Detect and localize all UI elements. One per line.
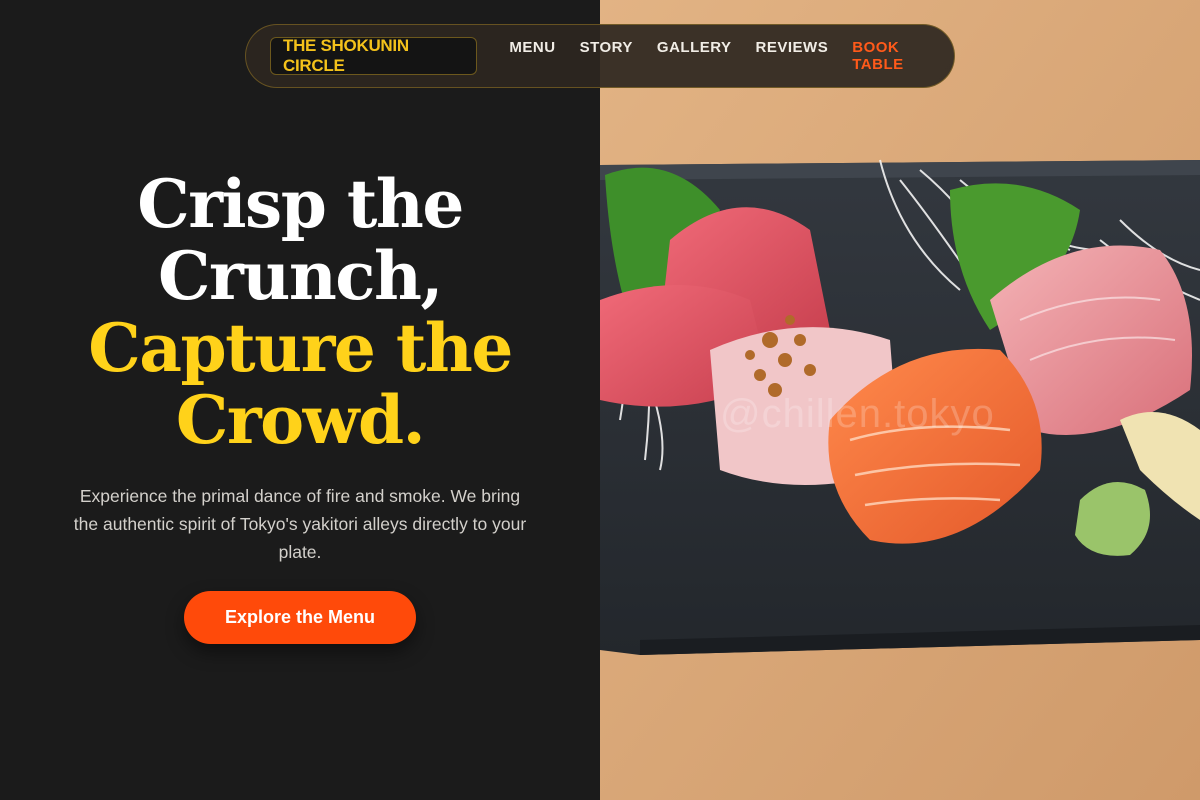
brand-logo[interactable]: THE SHOKUNIN CIRCLE [270,36,478,75]
headline-line-2: Crunch, [158,237,443,315]
nav-menu-link[interactable]: MENU [509,39,555,73]
headline-line-1: Crisp the [137,165,464,243]
nav-reviews-link[interactable]: REVIEWS [756,39,829,73]
headline-line-3: Capture the [88,309,513,387]
hero-headline: Crisp the Crunch, Capture the Crowd. [0,168,600,456]
hero-text-panel: Crisp the Crunch, Capture the Crowd. Exp… [0,0,600,800]
hero-image-panel: @chillen.tokyo [600,0,1200,800]
photo-watermark: @chillen.tokyo [720,392,995,436]
hero-description: Experience the primal dance of fire and … [73,486,527,562]
nav-links: MENU STORY GALLERY REVIEWS BOOK TABLE [509,39,954,73]
nav-story-link[interactable]: STORY [580,39,633,73]
nav-book-table-link[interactable]: BOOK TABLE [852,39,930,73]
headline-line-4: Crowd. [175,381,426,459]
explore-menu-button[interactable]: Explore the Menu [184,591,416,644]
top-navigation: THE SHOKUNIN CIRCLE MENU STORY GALLERY R… [245,24,955,88]
nav-gallery-link[interactable]: GALLERY [657,39,732,73]
